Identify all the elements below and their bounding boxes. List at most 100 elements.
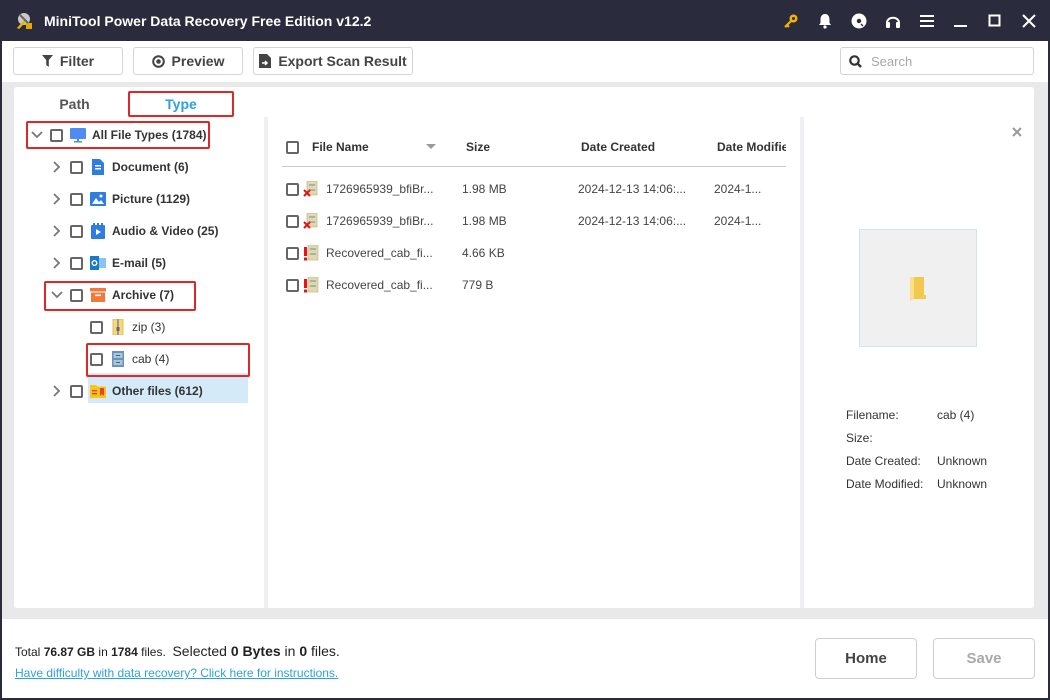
folder-icon [910,277,926,301]
table-row[interactable]: Recovered_cab_fi... 4.66 KB [282,237,786,269]
row-checkbox[interactable] [286,182,299,196]
preview-pane: Filename: cab (4) Size: Date Created: Un… [804,117,1034,608]
date-created-label: Date Created: [846,453,921,468]
total-files: 1784 [111,645,138,659]
column-file-name[interactable]: File Name [312,127,369,167]
tab-path[interactable]: Path [42,91,107,117]
tree-node-email[interactable]: E-mail (5) [50,249,166,277]
save-button[interactable]: Save [933,638,1035,679]
highlight-all-file-types [26,121,210,149]
date-created: 2024-12-13 14:06:... [578,214,687,228]
chevron-right-icon[interactable] [50,192,64,206]
eye-icon [151,54,165,68]
file-name: 1726965939_bfiBr... [326,214,434,228]
date-modified: 2024-1... [714,182,762,196]
other-files-icon [90,385,106,398]
toolbar: Filter Preview Export Scan Result [2,41,1048,82]
tree-label: Other files (612) [112,384,203,398]
file-type-tree: All File Types (1784) Document (6) Pictu… [14,117,264,608]
chevron-right-icon[interactable] [50,384,64,398]
checkbox[interactable] [70,160,83,174]
bell-icon[interactable] [808,0,842,41]
select-all-checkbox[interactable] [286,140,299,154]
filename-label: Filename: [846,407,899,422]
row-checkbox[interactable] [286,278,299,292]
tree-node-zip[interactable]: zip (3) [90,313,165,341]
search-box[interactable] [840,47,1034,75]
row-checkbox[interactable] [286,214,299,228]
summary-text: files. [137,645,173,659]
chevron-right-icon[interactable] [50,256,64,270]
date-modified: 2024-1... [714,214,762,228]
home-button[interactable]: Home [815,638,917,679]
checkbox[interactable] [70,256,83,270]
tree-node-audio-video[interactable]: Audio & Video (25) [50,217,218,245]
file-name: 1726965939_bfiBr... [326,182,434,196]
table-row[interactable]: Recovered_cab_fi... 779 B [282,269,786,301]
close-icon[interactable] [1012,0,1046,41]
file-size: 1.98 MB [462,182,507,196]
headphones-icon[interactable] [876,0,910,41]
select-all-checkbox-cell[interactable] [286,127,306,167]
date-created-value: Unknown [937,453,988,468]
chevron-right-icon[interactable] [50,160,64,174]
search-icon [849,54,862,68]
view-tabs: Path Type [14,87,1034,117]
document-icon [92,159,104,175]
table-row[interactable]: 1726965939_bfiBr... 1.98 MB 2024-12-13 1… [282,173,786,205]
menu-icon[interactable] [910,0,944,41]
size-label: Size: [846,430,873,445]
date-created: 2024-12-13 14:06:... [578,182,687,196]
checkbox[interactable] [70,384,83,398]
key-icon[interactable] [774,0,808,41]
export-scan-result-button[interactable]: Export Scan Result [253,47,413,75]
file-table: File Name Size Date Created Date Modifie… [282,117,786,608]
file-size: 779 B [462,278,494,292]
help-link[interactable]: Have difficulty with data recovery? Clic… [15,666,338,680]
tab-type[interactable]: Type [128,91,234,117]
summary-text: Selected [172,643,231,659]
preview-button[interactable]: Preview [133,47,243,75]
disc-icon[interactable] [842,0,876,41]
tree-table-splitter[interactable] [264,117,268,608]
filter-button[interactable]: Filter [13,47,123,75]
tree-label: Picture (1129) [112,192,191,206]
tree-node-picture[interactable]: Picture (1129) [50,185,190,213]
date-modified-label: Date Modified: [846,476,924,491]
sort-desc-icon[interactable] [426,127,436,167]
selected-size: 0 Bytes [230,643,281,659]
checkbox[interactable] [90,320,103,334]
preview-label: Preview [171,53,225,69]
date-modified-value: Unknown [937,476,988,491]
tree-node-other-files[interactable]: Other files (612) [50,377,203,405]
highlight-archive [44,281,196,311]
minimize-icon[interactable] [944,0,978,41]
table-row[interactable]: 1726965939_bfiBr... 1.98 MB 2024-12-13 1… [282,205,786,237]
summary-text: in [95,645,112,659]
checkbox[interactable] [70,224,83,238]
row-checkbox[interactable] [286,246,299,260]
main-panel: Path Type All File Types (1784) Document… [14,87,1034,608]
chevron-right-icon[interactable] [50,224,64,238]
deleted-cab-file-icon [303,213,318,229]
column-size[interactable]: Size [466,127,490,167]
tree-node-document[interactable]: Document (6) [50,153,189,181]
zip-icon [112,319,124,335]
file-size: 1.98 MB [462,214,507,228]
filter-label: Filter [59,53,95,69]
close-preview-icon[interactable] [1010,125,1024,139]
picture-icon [90,192,106,206]
selected-files: 0 [299,643,308,659]
total-size: 76.87 GB [43,645,96,659]
export-icon [259,54,272,68]
column-date-modified[interactable]: Date Modifie [717,127,786,167]
search-input[interactable] [871,53,1021,69]
footer: Total 76.87 GB in 1784 files. Selected 0… [2,619,1048,698]
recovered-cab-file-icon [304,245,319,261]
scan-summary: Total 76.87 GB in 1784 files. Selected 0… [15,643,340,659]
checkbox[interactable] [70,192,83,206]
recovered-cab-file-icon [304,277,319,293]
maximize-icon[interactable] [978,0,1012,41]
file-name: Recovered_cab_fi... [326,246,433,260]
column-date-created[interactable]: Date Created [581,127,655,167]
